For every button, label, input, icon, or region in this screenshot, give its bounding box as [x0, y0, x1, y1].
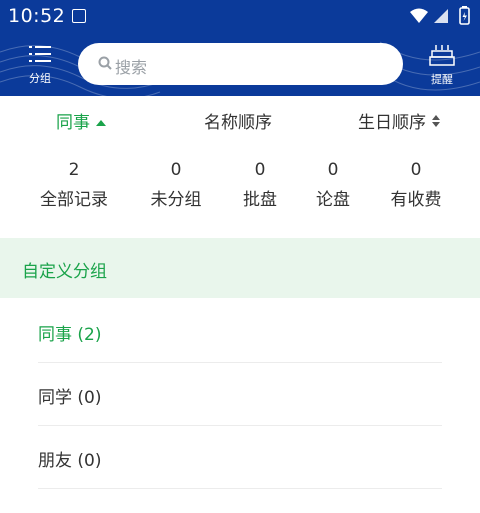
stat-count: 0: [327, 160, 339, 180]
triangle-up-icon: [96, 120, 107, 126]
groups-button[interactable]: 分组: [20, 44, 60, 90]
stat-label: 未分组: [150, 190, 202, 210]
sort-updown-icon: [432, 115, 441, 127]
group-row[interactable]: 同事 (2): [38, 300, 442, 363]
sort-birthday-label: 生日顺序: [358, 113, 426, 133]
sort-group-label: 同事: [56, 113, 90, 133]
custom-groups-section: 自定义分组: [0, 238, 480, 298]
stat-pipan[interactable]: 0 批盘: [220, 160, 300, 210]
stat-label: 论盘: [316, 190, 350, 210]
status-bar: 10:52: [0, 0, 480, 32]
section-title: 自定义分组: [22, 262, 107, 282]
sort-by-birthday[interactable]: 生日顺序: [358, 108, 441, 133]
group-label: 同事 (2): [38, 325, 102, 345]
stat-label: 有收费: [390, 190, 442, 210]
stat-lunpan[interactable]: 0 论盘: [293, 160, 373, 210]
notification-icon: [72, 9, 86, 23]
stat-all-records[interactable]: 2 全部记录: [34, 160, 114, 210]
remind-label: 提醒: [431, 73, 453, 86]
sort-by-name[interactable]: 名称顺序: [204, 108, 272, 133]
group-row[interactable]: 同学 (0): [38, 363, 442, 426]
sort-name-label: 名称顺序: [204, 113, 272, 133]
system-icons: [408, 6, 472, 30]
remind-button[interactable]: 提醒: [424, 44, 460, 90]
search-box[interactable]: 搜索: [78, 43, 403, 85]
stat-count: 0: [170, 160, 182, 180]
group-row[interactable]: 朋友 (0): [38, 426, 442, 489]
stat-count: 0: [410, 160, 422, 180]
stat-charged[interactable]: 0 有收费: [376, 160, 456, 210]
group-label: 同学 (0): [38, 388, 102, 408]
search-icon: [98, 56, 112, 70]
app-header: 分组 搜索 提醒: [0, 32, 480, 96]
stat-count: 2: [68, 160, 80, 180]
status-time: 10:52: [8, 5, 66, 27]
search-placeholder: 搜索: [115, 58, 148, 77]
stat-label: 批盘: [243, 190, 277, 210]
stat-count: 0: [254, 160, 266, 180]
group-label: 朋友 (0): [38, 451, 102, 471]
wifi-signal-battery-icons: [410, 6, 470, 25]
stat-label: 全部记录: [40, 190, 108, 210]
sort-by-group[interactable]: 同事: [56, 108, 107, 133]
sort-bar: 同事 名称顺序 生日顺序: [0, 96, 480, 144]
stat-ungrouped[interactable]: 0 未分组: [136, 160, 216, 210]
birthday-cake-icon: [429, 45, 455, 66]
list-menu-icon: [29, 46, 51, 62]
groups-label: 分组: [29, 72, 51, 85]
stats-row: 2 全部记录 0 未分组 0 批盘 0 论盘 0 有收费: [0, 160, 480, 230]
